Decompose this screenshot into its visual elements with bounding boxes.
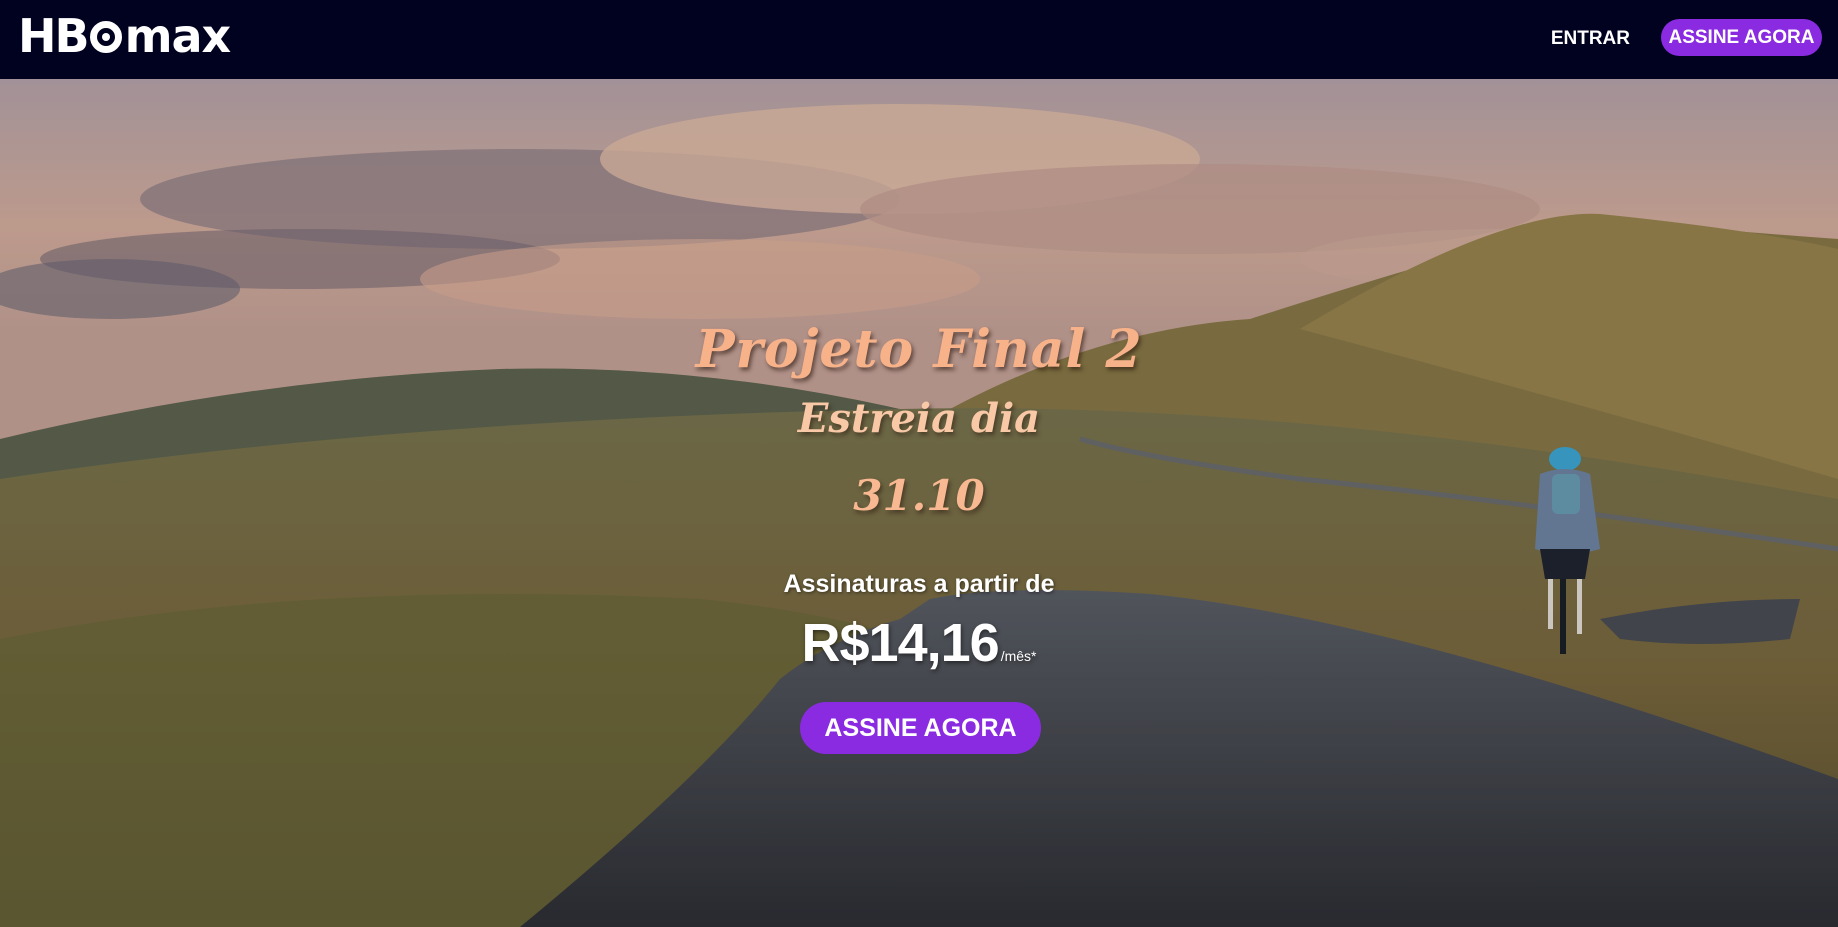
top-navigation-bar: HB max ENTRAR ASSINE AGORA xyxy=(0,0,1838,79)
premiere-label: Estreia dia xyxy=(797,395,1041,442)
logo-o-mark xyxy=(89,21,122,53)
premiere-date: 31.10 xyxy=(853,471,985,520)
price-row: R$14,16/mês* xyxy=(0,612,1838,674)
hbo-max-logo-icon[interactable]: HB max xyxy=(18,9,232,63)
price-label: Assinaturas a partir de xyxy=(783,570,1055,598)
show-title: Projeto Final 2 xyxy=(695,319,1143,380)
hero-banner: Projeto Final 2 Estreia dia 31.10 Assina… xyxy=(0,79,1838,927)
login-link[interactable]: ENTRAR xyxy=(1545,23,1636,53)
logo-hbo-text: HB xyxy=(18,9,90,63)
logo-max-text: max xyxy=(124,9,232,63)
price-unit: /mês* xyxy=(1000,648,1037,664)
subscribe-hero-button[interactable]: ASSINE AGORA xyxy=(800,702,1041,754)
price-value: R$14,16 xyxy=(801,613,1000,673)
subscribe-header-button[interactable]: ASSINE AGORA xyxy=(1661,19,1822,56)
hero-content: Projeto Final 2 Estreia dia 31.10 Assina… xyxy=(0,79,1838,927)
